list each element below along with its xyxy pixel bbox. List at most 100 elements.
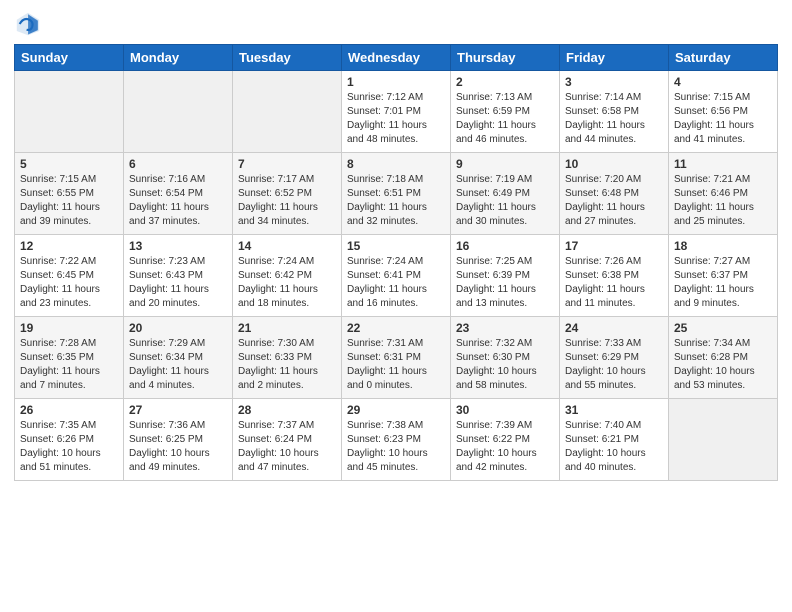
calendar-cell bbox=[669, 399, 778, 481]
calendar-cell: 1Sunrise: 7:12 AM Sunset: 7:01 PM Daylig… bbox=[342, 71, 451, 153]
calendar-cell: 9 Sunrise: 7:19 AM Sunset: 6:49 PM Daylig… bbox=[451, 153, 560, 235]
day-number: 5 bbox=[20, 157, 118, 171]
day-number: 12 bbox=[20, 239, 118, 253]
day-number: 10 bbox=[565, 157, 663, 171]
day-info: Sunrise: 7:25 AM Sunset: 6:39 PM Dayligh… bbox=[456, 256, 536, 309]
day-info: Sunrise: 7:22 AM Sunset: 6:45 PM Dayligh… bbox=[20, 256, 100, 309]
day-number: 2 bbox=[456, 75, 554, 89]
calendar-cell: 13 Sunrise: 7:23 AM Sunset: 6:43 PM Dayli… bbox=[124, 235, 233, 317]
day-number: 13 bbox=[129, 239, 227, 253]
calendar-cell: 23 Sunrise: 7:32 AM Sunset: 6:30 PM Dayli… bbox=[451, 317, 560, 399]
day-number: 21 bbox=[238, 321, 336, 335]
calendar-cell: 10 Sunrise: 7:20 AM Sunset: 6:48 PM Dayli… bbox=[560, 153, 669, 235]
day-number: 6 bbox=[129, 157, 227, 171]
calendar-cell: 8 Sunrise: 7:18 AM Sunset: 6:51 PM Daylig… bbox=[342, 153, 451, 235]
day-info: Sunrise: 7:16 AM Sunset: 6:54 PM Dayligh… bbox=[129, 174, 209, 227]
day-number: 15 bbox=[347, 239, 445, 253]
day-header-monday: Monday bbox=[124, 45, 233, 71]
calendar-cell: 30 Sunrise: 7:39 AM Sunset: 6:22 PM Dayli… bbox=[451, 399, 560, 481]
day-header-wednesday: Wednesday bbox=[342, 45, 451, 71]
calendar-cell: 21 Sunrise: 7:30 AM Sunset: 6:33 PM Dayli… bbox=[233, 317, 342, 399]
day-info: Sunrise: 7:24 AM Sunset: 6:42 PM Dayligh… bbox=[238, 256, 318, 309]
calendar-cell: 4 Sunrise: 7:15 AM Sunset: 6:56 PM Daylig… bbox=[669, 71, 778, 153]
day-info: Sunrise: 7:37 AM Sunset: 6:24 PM Dayligh… bbox=[238, 420, 319, 473]
day-info: Sunrise: 7:34 AM Sunset: 6:28 PM Dayligh… bbox=[674, 338, 755, 391]
day-info: Sunrise: 7:40 AM Sunset: 6:21 PM Dayligh… bbox=[565, 420, 646, 473]
calendar-cell: 25 Sunrise: 7:34 AM Sunset: 6:28 PM Dayli… bbox=[669, 317, 778, 399]
day-header-sunday: Sunday bbox=[15, 45, 124, 71]
calendar-cell: 22 Sunrise: 7:31 AM Sunset: 6:31 PM Dayli… bbox=[342, 317, 451, 399]
calendar-cell: 11 Sunrise: 7:21 AM Sunset: 6:46 PM Dayli… bbox=[669, 153, 778, 235]
day-number: 7 bbox=[238, 157, 336, 171]
calendar-cell: 27Sunrise: 7:36 AM Sunset: 6:25 PM Dayli… bbox=[124, 399, 233, 481]
day-number: 16 bbox=[456, 239, 554, 253]
day-number: 14 bbox=[238, 239, 336, 253]
day-info: Sunrise: 7:24 AM Sunset: 6:41 PM Dayligh… bbox=[347, 256, 427, 309]
day-number: 8 bbox=[347, 157, 445, 171]
day-info: Sunrise: 7:27 AM Sunset: 6:37 PM Dayligh… bbox=[674, 256, 754, 309]
calendar-cell: 5 Sunrise: 7:15 AM Sunset: 6:55 PM Daylig… bbox=[15, 153, 124, 235]
calendar-cell bbox=[124, 71, 233, 153]
day-number: 17 bbox=[565, 239, 663, 253]
day-number: 20 bbox=[129, 321, 227, 335]
logo-icon bbox=[14, 10, 42, 38]
day-number: 23 bbox=[456, 321, 554, 335]
day-header-friday: Friday bbox=[560, 45, 669, 71]
calendar-cell: 6 Sunrise: 7:16 AM Sunset: 6:54 PM Daylig… bbox=[124, 153, 233, 235]
day-info: Sunrise: 7:14 AM Sunset: 6:58 PM Dayligh… bbox=[565, 92, 645, 145]
day-number: 28 bbox=[238, 403, 336, 417]
day-number: 19 bbox=[20, 321, 118, 335]
calendar-cell: 15 Sunrise: 7:24 AM Sunset: 6:41 PM Dayli… bbox=[342, 235, 451, 317]
calendar-week-row: 1Sunrise: 7:12 AM Sunset: 7:01 PM Daylig… bbox=[15, 71, 778, 153]
day-number: 4 bbox=[674, 75, 772, 89]
calendar-cell: 16 Sunrise: 7:25 AM Sunset: 6:39 PM Dayli… bbox=[451, 235, 560, 317]
calendar-cell: 3 Sunrise: 7:14 AM Sunset: 6:58 PM Daylig… bbox=[560, 71, 669, 153]
day-info: Sunrise: 7:30 AM Sunset: 6:33 PM Dayligh… bbox=[238, 338, 318, 391]
day-info: Sunrise: 7:15 AM Sunset: 6:55 PM Dayligh… bbox=[20, 174, 100, 227]
day-info: Sunrise: 7:19 AM Sunset: 6:49 PM Dayligh… bbox=[456, 174, 536, 227]
calendar-cell: 19 Sunrise: 7:28 AM Sunset: 6:35 PM Dayli… bbox=[15, 317, 124, 399]
day-number: 3 bbox=[565, 75, 663, 89]
calendar-cell bbox=[233, 71, 342, 153]
calendar-cell: 12 Sunrise: 7:22 AM Sunset: 6:45 PM Dayli… bbox=[15, 235, 124, 317]
calendar-week-row: 12 Sunrise: 7:22 AM Sunset: 6:45 PM Dayli… bbox=[15, 235, 778, 317]
day-info: Sunrise: 7:32 AM Sunset: 6:30 PM Dayligh… bbox=[456, 338, 537, 391]
day-info: Sunrise: 7:28 AM Sunset: 6:35 PM Dayligh… bbox=[20, 338, 100, 391]
day-number: 1 bbox=[347, 75, 445, 89]
logo bbox=[14, 10, 46, 38]
day-number: 27 bbox=[129, 403, 227, 417]
day-info: Sunrise: 7:17 AM Sunset: 6:52 PM Dayligh… bbox=[238, 174, 318, 227]
day-info: Sunrise: 7:20 AM Sunset: 6:48 PM Dayligh… bbox=[565, 174, 645, 227]
day-info: Sunrise: 7:21 AM Sunset: 6:46 PM Dayligh… bbox=[674, 174, 754, 227]
calendar-cell: 18 Sunrise: 7:27 AM Sunset: 6:37 PM Dayli… bbox=[669, 235, 778, 317]
day-number: 30 bbox=[456, 403, 554, 417]
day-number: 11 bbox=[674, 157, 772, 171]
calendar-cell bbox=[15, 71, 124, 153]
day-info: Sunrise: 7:31 AM Sunset: 6:31 PM Dayligh… bbox=[347, 338, 427, 391]
day-number: 29 bbox=[347, 403, 445, 417]
calendar-week-row: 26 Sunrise: 7:35 AM Sunset: 6:26 PM Dayli… bbox=[15, 399, 778, 481]
page-container: SundayMondayTuesdayWednesdayThursdayFrid… bbox=[0, 0, 792, 491]
calendar-cell: 17 Sunrise: 7:26 AM Sunset: 6:38 PM Dayli… bbox=[560, 235, 669, 317]
calendar-cell: 20Sunrise: 7:29 AM Sunset: 6:34 PM Dayli… bbox=[124, 317, 233, 399]
header bbox=[14, 10, 778, 38]
day-number: 18 bbox=[674, 239, 772, 253]
calendar-table: SundayMondayTuesdayWednesdayThursdayFrid… bbox=[14, 44, 778, 481]
day-info: Sunrise: 7:23 AM Sunset: 6:43 PM Dayligh… bbox=[129, 256, 209, 309]
day-info: Sunrise: 7:18 AM Sunset: 6:51 PM Dayligh… bbox=[347, 174, 427, 227]
day-header-thursday: Thursday bbox=[451, 45, 560, 71]
day-number: 22 bbox=[347, 321, 445, 335]
calendar-cell: 31Sunrise: 7:40 AM Sunset: 6:21 PM Dayli… bbox=[560, 399, 669, 481]
calendar-week-row: 19 Sunrise: 7:28 AM Sunset: 6:35 PM Dayli… bbox=[15, 317, 778, 399]
day-number: 9 bbox=[456, 157, 554, 171]
day-info: Sunrise: 7:33 AM Sunset: 6:29 PM Dayligh… bbox=[565, 338, 646, 391]
day-info: Sunrise: 7:26 AM Sunset: 6:38 PM Dayligh… bbox=[565, 256, 645, 309]
day-number: 25 bbox=[674, 321, 772, 335]
day-info: Sunrise: 7:13 AM Sunset: 6:59 PM Dayligh… bbox=[456, 92, 536, 145]
day-header-saturday: Saturday bbox=[669, 45, 778, 71]
day-info: Sunrise: 7:35 AM Sunset: 6:26 PM Dayligh… bbox=[20, 420, 101, 473]
day-number: 26 bbox=[20, 403, 118, 417]
calendar-cell: 14 Sunrise: 7:24 AM Sunset: 6:42 PM Dayli… bbox=[233, 235, 342, 317]
day-info: Sunrise: 7:15 AM Sunset: 6:56 PM Dayligh… bbox=[674, 92, 754, 145]
day-info: Sunrise: 7:39 AM Sunset: 6:22 PM Dayligh… bbox=[456, 420, 537, 473]
